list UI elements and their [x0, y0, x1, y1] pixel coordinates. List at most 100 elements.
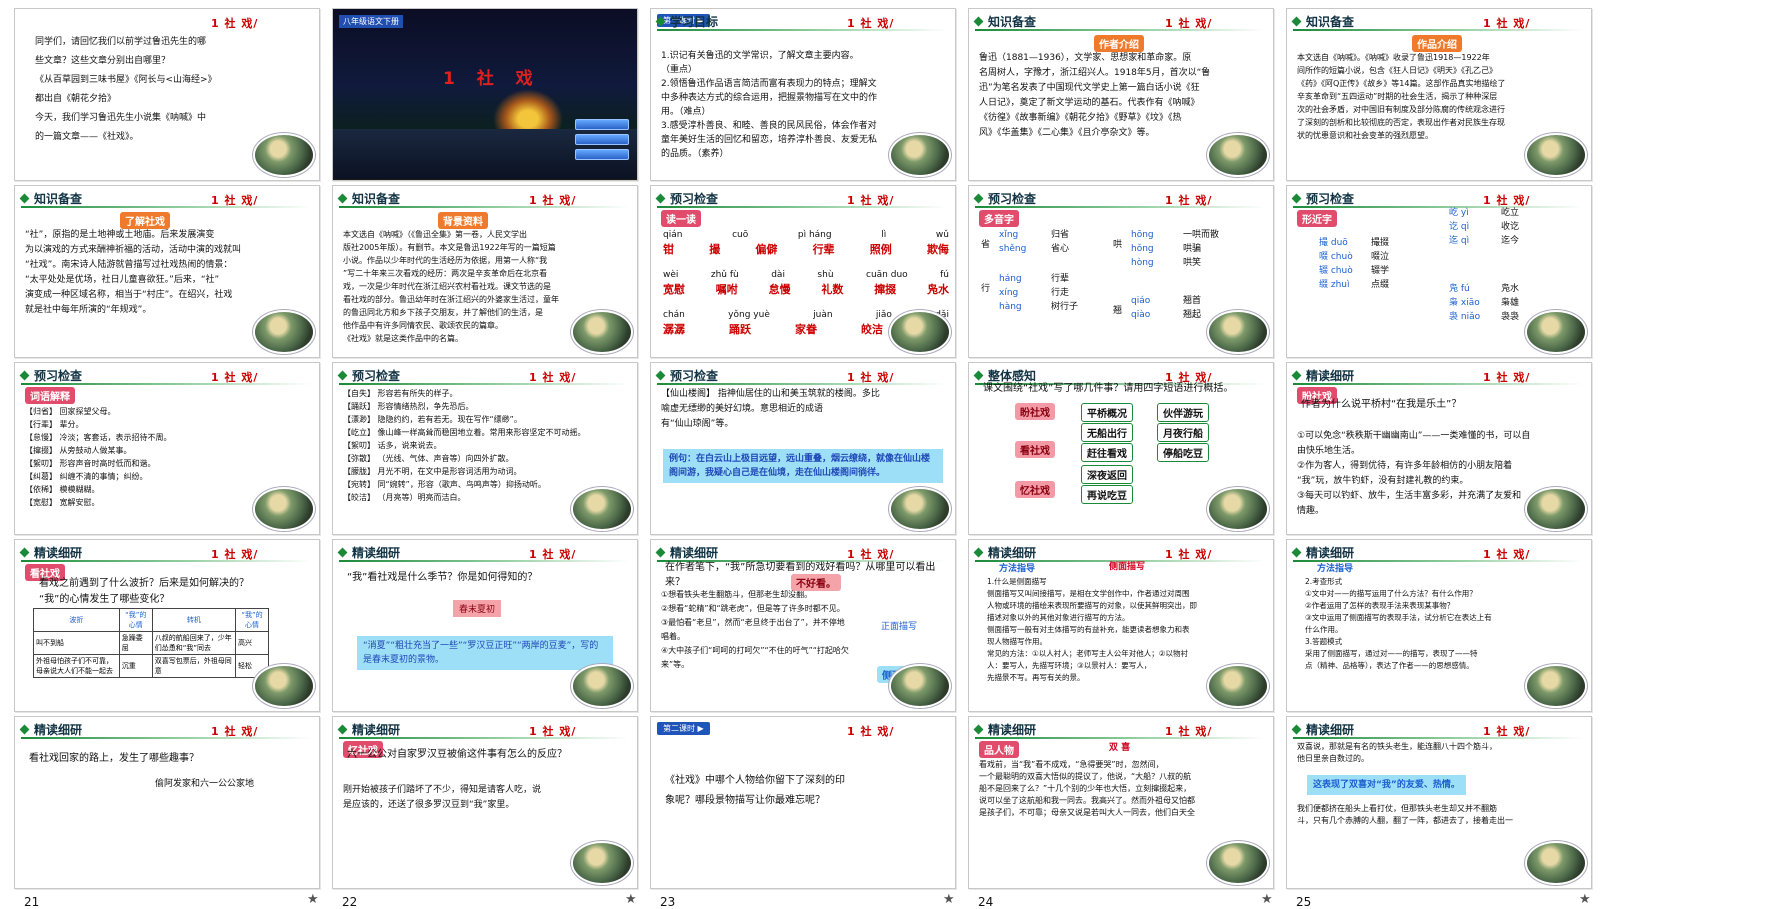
star-icon[interactable]: ★ [307, 892, 319, 907]
char-group: 屹 yì 屹立讫 qì 收讫迄 qì 迄今 [1437, 206, 1519, 248]
slide-canvas[interactable]: 预习检查 1 社 戏/ 【仙山楼阁】 指神仙居住的山和美玉筑就的楼阁。多比 喻虚无缥缈… [650, 362, 956, 535]
slide-canvas[interactable]: 精读细研 1 社 戏/ “我”看社戏是什么季节？你是如何得知的？ 春末夏初 “消夏”“粗… [332, 539, 638, 712]
section-title: 知识备查 [988, 15, 1037, 29]
slide-thumbnail-19[interactable]: 精读细研 1 社 戏/1.什么是侧面描写 侧面描写又叫间接描写，是相在文学创作中，作… [968, 539, 1289, 732]
slide-thumbnail-14[interactable]: 整体感知 1 社 戏/课文围绕“社戏”写了哪几件事？请用四字短语进行概括。 盼社戏看… [968, 362, 1289, 555]
slide-thumbnail-1[interactable]: 1 社 戏/同学们，请回忆我们以前学过鲁迅先生的哪 些文章？这些文章分别出自哪里？… [14, 8, 335, 201]
vocab-word: 嘱咐 [715, 283, 738, 296]
answer-tag: 不好看。 [791, 574, 841, 591]
slide-thumbnail-10[interactable]: 预习检查 1 社 戏/形近字撮 duō 撮掇啜 chuò 啜泣辍 chuò 辍学缀 zh… [1286, 185, 1607, 378]
slide-canvas[interactable]: 精读细研 1 社 戏/盼社戏 ①可以免念“秩秩斯干幽幽南山”——一类难懂的书，可以自… [1286, 362, 1592, 535]
body-line: 为以演戏的方式来酬神祈福的活动，活动中演的戏就叫 [25, 245, 242, 255]
body-line: 辛亥革命到“五四运动”时期的社会生活，揭示了种种深层 [1297, 92, 1498, 101]
slide-canvas[interactable]: 精读细研 1 社 戏/双喜说，那就是有名的铁头老生，能连翻八十四个筋斗， 他日里亲自… [1286, 716, 1592, 889]
header-underline [975, 206, 1265, 208]
slide-thumbnail-11[interactable]: 预习检查 1 社 戏/词语解释 【归省】 回家探望父母。 【行辈】 辈分。 【怠慢】 冷… [14, 362, 335, 555]
slide-canvas[interactable]: 知识备查 1 社 戏/作品介绍 本文选自《呐喊》。《呐喊》收录了鲁迅1918—192… [1286, 8, 1592, 181]
slide-thumbnail-4[interactable]: 知识备查 1 社 戏/作者介绍 鲁迅（1881—1936），文学家、思想家和革命家。… [968, 8, 1289, 201]
slide-canvas[interactable]: 第二课时 ▶ 1 社 戏/ 《社戏》中哪个人物给你留下了深刻的印 象呢？哪段景物描写让… [650, 716, 956, 889]
topic-pill: 词语解释 [25, 387, 75, 404]
star-icon[interactable]: ★ [943, 892, 955, 907]
reading: hōng [1131, 230, 1154, 240]
body-line: 【朦胧】 月光不明，在文中是形容词活用为动词。 [343, 467, 522, 476]
topic-pill: 多音字 [979, 210, 1019, 227]
lesson-title: 1 社 戏/ [1483, 17, 1531, 30]
char-item: xíng 行走 [987, 286, 1078, 300]
slide-canvas[interactable]: 知识备查 1 社 戏/了解社戏 “社”，原指的是土地神或土地庙。后来发展演变 为以演戏… [14, 185, 320, 358]
vocab-word: 踊跃 [729, 323, 751, 336]
slide-number: 24 [978, 895, 994, 909]
slide-canvas[interactable]: 精读细研 1 社 戏/2.考查形式 ①文中对——的描写运用了什么方法？有什么作用？ ②… [1286, 539, 1592, 712]
highlight-box: 这表现了双喜对“我”的友爱、热情。 [1307, 775, 1466, 795]
slide-thumbnail-24[interactable]: 精读细研 1 社 戏/品人物 看戏前，当“我”看不成戏，“急得要哭”时，忽然间， 一个… [968, 716, 1289, 909]
slide-canvas[interactable]: 知识备查 1 社 戏/作者介绍 鲁迅（1881—1936），文学家、思想家和革命家。… [968, 8, 1274, 181]
table-row: 叫不到船 急躁委屈 八叔的航船回来了，少年们怂恿和“我”同去 高兴 [33, 631, 269, 655]
slide-thumbnail-17[interactable]: 精读细研 1 社 戏/ “我”看社戏是什么季节？你是如何得知的？ 春末夏初 “消夏”“粗… [332, 539, 653, 732]
slide-thumbnail-8[interactable]: 预习检查 1 社 戏/读一读 qián cuō pì háng lì wǔ 钳 撮 偏僻 行辈 照例 欺… [650, 185, 971, 378]
star-icon[interactable]: ★ [1579, 892, 1591, 907]
slide-canvas[interactable]: 预习检查 1 社 戏/多音字省 xǐng 归省 shěng 省心行 háng 行辈 xíng 行走… [968, 185, 1274, 358]
body-line: 3.感受淳朴善良、和睦、善良的民风民俗，体会作者对 [661, 121, 877, 131]
decorative-image [1209, 135, 1267, 175]
slide-thumbnail-23[interactable]: 第二课时 ▶ 1 社 戏/ 《社戏》中哪个人物给你留下了深刻的印 象呢？哪段景物描写让… [650, 716, 971, 909]
event-step: 深夜返回 [1081, 465, 1133, 484]
slide-canvas[interactable]: 精读细研 1 社 戏/①想看铁头老生翻筋斗，但那老生却没翻。 ②想看“蛇精”和“跳老… [650, 539, 956, 712]
char-item: 屹 yì 屹立 [1437, 206, 1519, 220]
slide-thumbnail-5[interactable]: 知识备查 1 社 戏/作品介绍 本文选自《呐喊》。《呐喊》收录了鲁迅1918—192… [1286, 8, 1607, 201]
nav-button-1[interactable] [575, 119, 629, 130]
body-line: ③最怕看“老旦”，然而“老旦终于出台了”，并不停地唱着。 [661, 618, 845, 641]
slide-thumbnail-6[interactable]: 知识备查 1 社 戏/了解社戏 “社”，原指的是土地神或土地庙。后来发展演变 为以演戏… [14, 185, 335, 378]
body-line: 人日记》，奠定了新文学运动的基石。代表作有《呐喊》 [979, 98, 1200, 108]
body-line: 【行辈】 辈分。 [25, 420, 84, 429]
slide-thumbnail-16[interactable]: 精读细研 1 社 戏/看社戏 看戏之前遇到了什么波折？后来是如何解决的？ “我”的心情… [14, 539, 335, 732]
slide-canvas[interactable]: 精读细研 1 社 戏/看社戏 看戏之前遇到了什么波折？后来是如何解决的？ “我”的心情… [14, 539, 320, 712]
diamond-icon [973, 547, 984, 558]
slide-thumbnail-21[interactable]: 精读细研 1 社 戏/偷阿发家和六一公公家地 看社戏回家的路上，发生了哪些趣事？ 21… [14, 716, 335, 909]
body-line: “太平处处是优场，社日儿童喜欲狂。”后来，“社” [25, 275, 220, 285]
slide-thumbnail-7[interactable]: 知识备查 1 社 戏/背景资料 本文选自《呐喊》（《鲁迅全集》第一卷，人民文学出 版社… [332, 185, 653, 378]
slide-thumbnail-13[interactable]: 预习检查 1 社 戏/ 【仙山楼阁】 指神仙居住的山和美玉筑就的楼阁。多比 喻虚无缥缈… [650, 362, 971, 555]
header-underline [1293, 737, 1583, 739]
slide-thumbnail-9[interactable]: 预习检查 1 社 戏/多音字省 xǐng 归省 shěng 省心行 háng 行辈 xíng 行走… [968, 185, 1289, 378]
decorative-image [255, 489, 313, 529]
section-header: 知识备查 [973, 13, 1265, 31]
slide-canvas[interactable]: 整体感知 1 社 戏/课文围绕“社戏”写了哪几件事？请用四字短语进行概括。 盼社戏看… [968, 362, 1274, 535]
slide-canvas[interactable]: 八年级语文下册 1 社 戏 [332, 8, 638, 181]
slide-canvas[interactable]: 精读细研 1 社 戏/品人物 看戏前，当“我”看不成戏，“急得要哭”时，忽然间， 一个… [968, 716, 1274, 889]
slide-thumbnail-25[interactable]: 精读细研 1 社 戏/双喜说，那就是有名的铁头老生，能连翻八十四个筋斗， 他日里亲自… [1286, 716, 1607, 909]
star-icon[interactable]: ★ [625, 892, 637, 907]
body-line: 看社戏的部分。鲁迅幼年时在浙江绍兴的外婆家生活过，童年 [343, 295, 559, 304]
vocab-word: 照例 [869, 243, 892, 256]
star-icon[interactable]: ★ [1261, 892, 1273, 907]
slide-thumbnail-12[interactable]: 预习检查 1 社 戏/ 【自失】 形容若有所失的样子。 【踊跃】 形容情绪热烈，争先恐… [332, 362, 653, 555]
body-line: 【絮叨】 形容声音时高时低而和谐。 [25, 459, 156, 468]
body-line: 2.考查形式 [1305, 577, 1343, 586]
body-line: 常见的方法：①以人衬人；老师写主人公年对他人；②以物衬 [987, 649, 1188, 658]
decorative-image [255, 666, 313, 706]
nav-button-3[interactable] [575, 149, 629, 160]
slide-thumbnail-22[interactable]: 精读细研 1 社 戏/忆社戏 刚开始被孩子们踏坏了不少，得知是请客人吃，说 是应该的，… [332, 716, 653, 909]
slide-canvas[interactable]: 知识备查 1 社 戏/背景资料 本文选自《呐喊》（《鲁迅全集》第一卷，人民文学出 版社… [332, 185, 638, 358]
slide-canvas[interactable]: 1 社 戏/同学们，请回忆我们以前学过鲁迅先生的哪 些文章？这些文章分别出自哪里？… [14, 8, 320, 181]
slide-canvas[interactable]: 预习检查 1 社 戏/读一读 qián cuō pì háng lì wǔ 钳 撮 偏僻 行辈 照例 欺… [650, 185, 956, 358]
slide-canvas[interactable]: 预习检查 1 社 戏/词语解释 【归省】 回家探望父母。 【行辈】 辈分。 【怠慢】 冷… [14, 362, 320, 535]
slide-canvas[interactable]: 预习检查 1 社 戏/形近字撮 duō 撮掇啜 chuò 啜泣辍 chuò 辍学缀 zh… [1286, 185, 1592, 358]
slide-thumbnail-20[interactable]: 精读细研 1 社 戏/2.考查形式 ①文中对——的描写运用了什么方法？有什么作用？ ②… [1286, 539, 1607, 732]
nav-button-2[interactable] [575, 134, 629, 145]
slide-canvas[interactable]: 预习检查 1 社 戏/ 【自失】 形容若有所失的样子。 【踊跃】 形容情绪热烈，争先恐… [332, 362, 638, 535]
slide-canvas[interactable]: 精读细研 1 社 戏/偷阿发家和六一公公家地 看社戏回家的路上，发生了哪些趣事？ [14, 716, 320, 889]
slide-canvas[interactable]: 精读细研 1 社 戏/忆社戏 刚开始被孩子们踏坏了不少，得知是请客人吃，说 是应该的，… [332, 716, 638, 889]
slide-thumbnail-18[interactable]: 精读细研 1 社 戏/①想看铁头老生翻筋斗，但那老生却没翻。 ②想看“蛇精”和“跳老… [650, 539, 971, 732]
example-word: 行辈 [1051, 274, 1070, 284]
slide-thumbnail-2[interactable]: 八年级语文下册1 社 戏2★ [332, 8, 653, 201]
table-cell: 外祖母怕孩子们不可靠，母亲说大人们不能一起去 [33, 654, 120, 678]
slide-thumbnail-15[interactable]: 精读细研 1 社 戏/盼社戏 ①可以免念“秩秩斯干幽幽南山”——一类难懂的书，可以自… [1286, 362, 1607, 555]
example-word: 啜泣 [1371, 252, 1390, 262]
event-step: 赶往看戏 [1081, 443, 1133, 462]
slide-canvas[interactable]: 第一课时 ▶ 学习目标 1 社 戏/1.识记有关鲁迅的文学常识，了解文章主要内容。（… [650, 8, 956, 181]
section-header: 精读细研 [973, 721, 1265, 739]
slide-thumbnail-3[interactable]: 第一课时 ▶ 学习目标 1 社 戏/1.识记有关鲁迅的文学常识，了解文章主要内容。（… [650, 8, 971, 201]
section-header: 预习检查 [655, 190, 947, 208]
slide-canvas[interactable]: 精读细研 1 社 戏/1.什么是侧面描写 侧面描写又叫间接描写，是相在文学创作中，作… [968, 539, 1274, 712]
question-text-1: 看戏之前遇到了什么波折？后来是如何解决的？ [39, 578, 249, 589]
